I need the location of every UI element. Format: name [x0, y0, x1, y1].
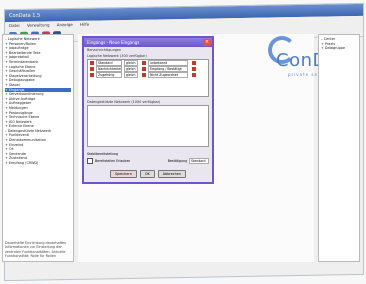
rule-flag-icon[interactable] [142, 61, 146, 65]
rule-delete-icon[interactable] [192, 61, 196, 65]
confirm-select[interactable]: Standard [189, 158, 209, 164]
confirm-select-label: Bestätigung [167, 159, 187, 163]
rule-flag-icon[interactable] [142, 73, 146, 77]
navigation-tree[interactable]: – Logische Netzwerk + Personen/Rollen + … [2, 34, 74, 262]
remove-rule-icon[interactable] [90, 67, 94, 71]
rule-delete-icon[interactable] [192, 73, 196, 77]
options-label: Stabilbereitstellung [87, 152, 119, 156]
remove-rule-icon[interactable] [90, 73, 94, 77]
rule-operator[interactable]: gleich [124, 72, 138, 78]
network-list[interactable] [87, 105, 209, 147]
rule-delete-icon[interactable] [192, 67, 196, 71]
cancel-button[interactable]: Abbrechen [157, 170, 187, 178]
rule-field[interactable]: Zugehörig [96, 72, 122, 78]
dialog-title-bar: Eingangs - Neue Eingangs × [84, 38, 212, 47]
dialog-buttons: Speichern OK Abbrechen [84, 170, 212, 178]
close-icon[interactable]: × [203, 39, 211, 46]
menu-anzeige[interactable]: Anzeige [57, 22, 73, 27]
allow-checkbox[interactable] [87, 158, 93, 164]
rule-value[interactable]: Nicht Zugeordnet [148, 72, 188, 78]
right-item[interactable]: + Datagruppe [321, 46, 357, 51]
remove-rule-icon[interactable] [90, 61, 94, 65]
dialog-title: Eingangs - Neue Eingangs [87, 40, 140, 45]
new-entry-dialog: Eingangs - Neue Eingangs × Benachrichtig… [82, 36, 214, 184]
ok-button[interactable]: OK [139, 170, 155, 178]
menu-verwaltung[interactable]: Verwaltung [27, 22, 50, 27]
tree-info-text: Dauerhafte Einrichtung dauerhaftes Infor… [5, 240, 66, 259]
rule-row[interactable]: Zugehörig gleich Nicht Zugeordnet [88, 72, 208, 78]
menu-hilfe[interactable]: Hilfe [80, 22, 89, 27]
right-tree-panel[interactable]: – Center + Praxis + Datagruppe [318, 34, 360, 262]
rules-list: Standard gleich unbekannt Nachrichtentei… [87, 59, 209, 97]
tree-node[interactable]: + Empfang (CRWD) [5, 161, 71, 166]
allow-checkbox-label: Bereitstellen Erlauben [95, 159, 131, 163]
menu-datei[interactable]: Datei [9, 23, 20, 28]
rule-flag-icon[interactable] [142, 67, 146, 71]
save-button[interactable]: Speichern [109, 170, 137, 178]
dialog-options: Stabilbereitstellung Bereitstellen Erlau… [87, 152, 211, 164]
